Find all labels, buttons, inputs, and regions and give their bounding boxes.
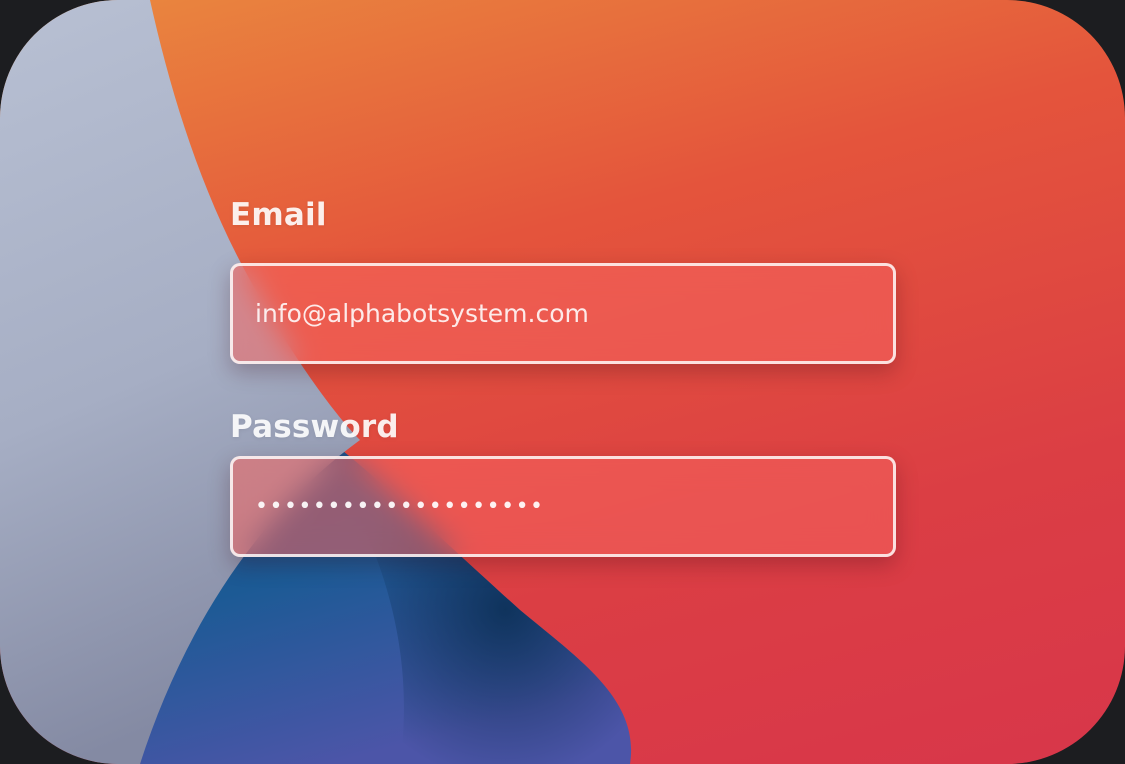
password-masked-value: ••••••••••••••••••••	[255, 494, 545, 519]
email-label: Email	[230, 197, 327, 233]
wallpaper-background	[0, 0, 632, 764]
email-field[interactable]: info@alphabotsystem.com	[230, 263, 896, 364]
password-field[interactable]: ••••••••••••••••••••	[230, 456, 896, 557]
app-window: Email info@alphabotsystem.com Password •…	[0, 0, 1125, 764]
email-value: info@alphabotsystem.com	[255, 299, 589, 328]
password-label: Password	[230, 409, 399, 445]
